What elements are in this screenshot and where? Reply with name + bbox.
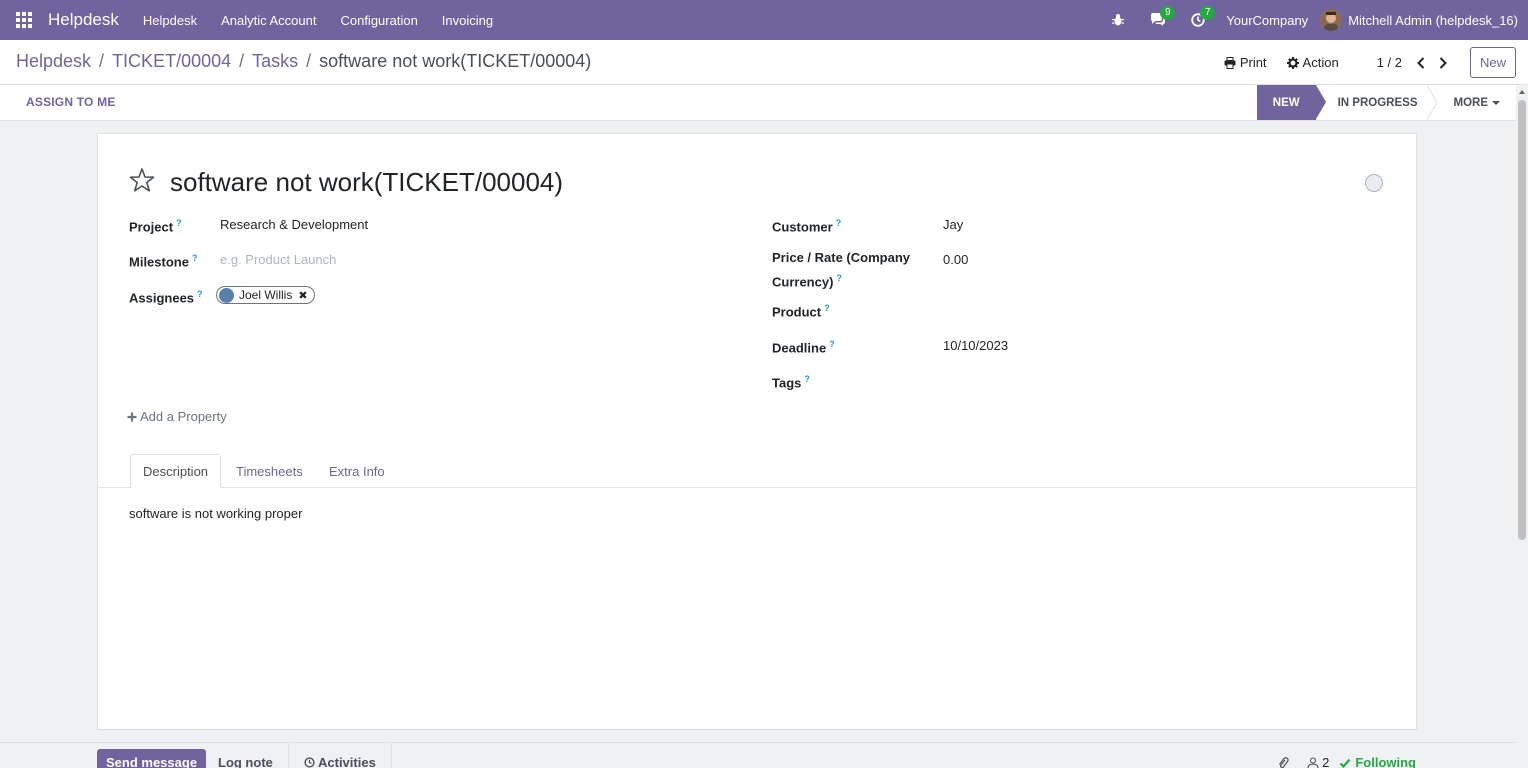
stage-more-label: MORE bbox=[1453, 96, 1489, 109]
help-icon[interactable]: ? bbox=[829, 339, 835, 349]
breadcrumb-helpdesk[interactable]: Helpdesk bbox=[16, 51, 91, 72]
activities-clock-icon[interactable]: 7 bbox=[1178, 0, 1218, 40]
help-icon[interactable]: ? bbox=[824, 303, 830, 313]
user-icon[interactable] bbox=[1307, 756, 1319, 768]
user-avatar bbox=[1320, 9, 1343, 31]
breadcrumb-ticket[interactable]: TICKET/00004 bbox=[112, 51, 231, 72]
action-label: Action bbox=[1302, 55, 1339, 70]
help-icon[interactable]: ? bbox=[836, 273, 842, 283]
stage-new[interactable]: NEW bbox=[1256, 85, 1326, 120]
add-property-label: Add a Property bbox=[140, 409, 227, 424]
project-label: Project? bbox=[129, 218, 182, 235]
control-panel: Helpdesk / TICKET/00004 / Tasks / softwa… bbox=[0, 40, 1528, 85]
stage-new-label: NEW bbox=[1272, 96, 1300, 109]
pager-next-button[interactable] bbox=[1432, 47, 1454, 78]
print-icon bbox=[1224, 56, 1236, 69]
check-icon bbox=[1340, 758, 1351, 768]
menu-helpdesk[interactable]: Helpdesk bbox=[131, 0, 209, 40]
chatter-right-actions: 2 Following bbox=[1277, 755, 1416, 768]
help-icon[interactable]: ? bbox=[192, 253, 198, 263]
price-rate-label: Price / Rate (Company Currency)? bbox=[772, 250, 910, 290]
messages-badge: 9 bbox=[1160, 6, 1176, 20]
stage-selector: NEW IN PROGRESS MORE bbox=[1256, 85, 1517, 120]
assignee-avatar bbox=[219, 287, 234, 303]
assignees-label: Assignees? bbox=[129, 289, 203, 306]
gear-icon bbox=[1286, 56, 1299, 69]
stage-in-progress-label: IN PROGRESS bbox=[1337, 96, 1418, 109]
deadline-label: Deadline? bbox=[772, 339, 835, 356]
tags-label: Tags? bbox=[772, 374, 810, 391]
breadcrumb-current: software not work(TICKET/00004) bbox=[319, 51, 592, 71]
navbar-systray: 9 7 YourCompany Mitchell Admin (helpdesk… bbox=[1098, 0, 1528, 40]
caret-down-icon bbox=[1492, 100, 1500, 105]
assign-to-me-button[interactable]: ASSIGN TO ME bbox=[26, 95, 116, 109]
followers-count[interactable]: 2 bbox=[1322, 755, 1329, 768]
activities-button[interactable]: Activities bbox=[288, 743, 392, 768]
kanban-state-icon[interactable] bbox=[1365, 174, 1383, 192]
task-title[interactable]: software not work(TICKET/00004) bbox=[170, 167, 563, 198]
clock-icon bbox=[304, 756, 315, 768]
following-button[interactable]: Following bbox=[1339, 755, 1416, 768]
breadcrumb-separator: / bbox=[99, 51, 105, 71]
tab-extra-info[interactable]: Extra Info bbox=[317, 454, 397, 488]
plus-icon bbox=[127, 412, 137, 421]
messages-icon[interactable]: 9 bbox=[1138, 0, 1178, 40]
chevron-left-icon bbox=[1417, 56, 1425, 69]
print-button[interactable]: Print bbox=[1214, 55, 1277, 70]
remove-tag-icon[interactable]: ✖ bbox=[298, 289, 307, 302]
star-icon[interactable] bbox=[129, 167, 155, 193]
breadcrumb: Helpdesk / TICKET/00004 / Tasks / softwa… bbox=[16, 51, 591, 72]
stage-in-progress[interactable]: IN PROGRESS bbox=[1316, 85, 1438, 120]
description-editor[interactable]: software is not working proper bbox=[129, 506, 302, 521]
menu-configuration[interactable]: Configuration bbox=[328, 0, 429, 40]
add-property-button[interactable]: Add a Property bbox=[127, 409, 227, 424]
apps-menu-icon[interactable] bbox=[0, 0, 48, 40]
chatter-topbar: Send message Log note Activities 2 Follo… bbox=[0, 742, 1516, 768]
activities-badge: 7 bbox=[1200, 6, 1216, 20]
bug-icon[interactable] bbox=[1098, 0, 1138, 40]
pager-previous-button[interactable] bbox=[1410, 47, 1432, 78]
status-bar: ASSIGN TO ME NEW IN PROGRESS MORE bbox=[0, 85, 1516, 121]
price-rate-field[interactable]: 0.00 bbox=[943, 252, 968, 267]
log-note-button[interactable]: Log note bbox=[203, 743, 289, 768]
project-field[interactable]: Research & Development bbox=[220, 217, 368, 232]
help-icon[interactable]: ? bbox=[836, 218, 842, 228]
breadcrumb-tasks[interactable]: Tasks bbox=[252, 51, 298, 72]
milestone-label: Milestone? bbox=[129, 253, 198, 270]
help-icon[interactable]: ? bbox=[197, 289, 203, 299]
user-name: Mitchell Admin (helpdesk_16) bbox=[1348, 12, 1518, 28]
assignee-name: Joel Willis bbox=[239, 288, 293, 302]
menu-invoicing[interactable]: Invoicing bbox=[430, 0, 505, 40]
print-label: Print bbox=[1239, 55, 1267, 70]
chevron-right-icon bbox=[1439, 56, 1447, 69]
menu-analytic-account[interactable]: Analytic Account bbox=[209, 0, 328, 40]
deadline-field[interactable]: 10/10/2023 bbox=[943, 338, 1008, 353]
company-switcher[interactable]: YourCompany bbox=[1218, 13, 1320, 28]
send-message-button[interactable]: Send message bbox=[97, 749, 207, 768]
form-sheet: software not work(TICKET/00004) Project?… bbox=[97, 133, 1417, 730]
scrollbar-thumb[interactable] bbox=[1518, 100, 1526, 540]
top-navbar: Helpdesk Helpdesk Analytic Account Confi… bbox=[0, 0, 1528, 40]
assignee-tag[interactable]: Joel Willis ✖ bbox=[216, 286, 315, 304]
customer-field[interactable]: Jay bbox=[943, 217, 963, 232]
notebook-tabs: Description Timesheets Extra Info bbox=[98, 454, 1416, 489]
help-icon[interactable]: ? bbox=[176, 218, 182, 228]
breadcrumb-separator: / bbox=[306, 51, 312, 71]
action-button[interactable]: Action bbox=[1277, 55, 1349, 70]
tab-description[interactable]: Description bbox=[130, 454, 222, 489]
tab-timesheets[interactable]: Timesheets bbox=[224, 454, 315, 488]
product-label: Product? bbox=[772, 303, 830, 320]
user-menu[interactable]: Mitchell Admin (helpdesk_16) bbox=[1320, 9, 1528, 31]
control-actions: Print Action 1 / 2 New bbox=[1214, 47, 1516, 78]
breadcrumb-separator: / bbox=[239, 51, 245, 71]
scroll-up-arrow[interactable] bbox=[1519, 90, 1525, 94]
help-icon[interactable]: ? bbox=[804, 374, 810, 384]
new-button[interactable]: New bbox=[1469, 47, 1516, 78]
stage-more-dropdown[interactable]: MORE bbox=[1434, 85, 1517, 120]
paperclip-icon[interactable] bbox=[1277, 756, 1289, 768]
app-brand[interactable]: Helpdesk bbox=[48, 10, 119, 30]
pager-value[interactable]: 1 / 2 bbox=[1377, 55, 1402, 70]
milestone-field[interactable]: e.g. Product Launch bbox=[220, 252, 336, 267]
customer-label: Customer? bbox=[772, 218, 842, 235]
